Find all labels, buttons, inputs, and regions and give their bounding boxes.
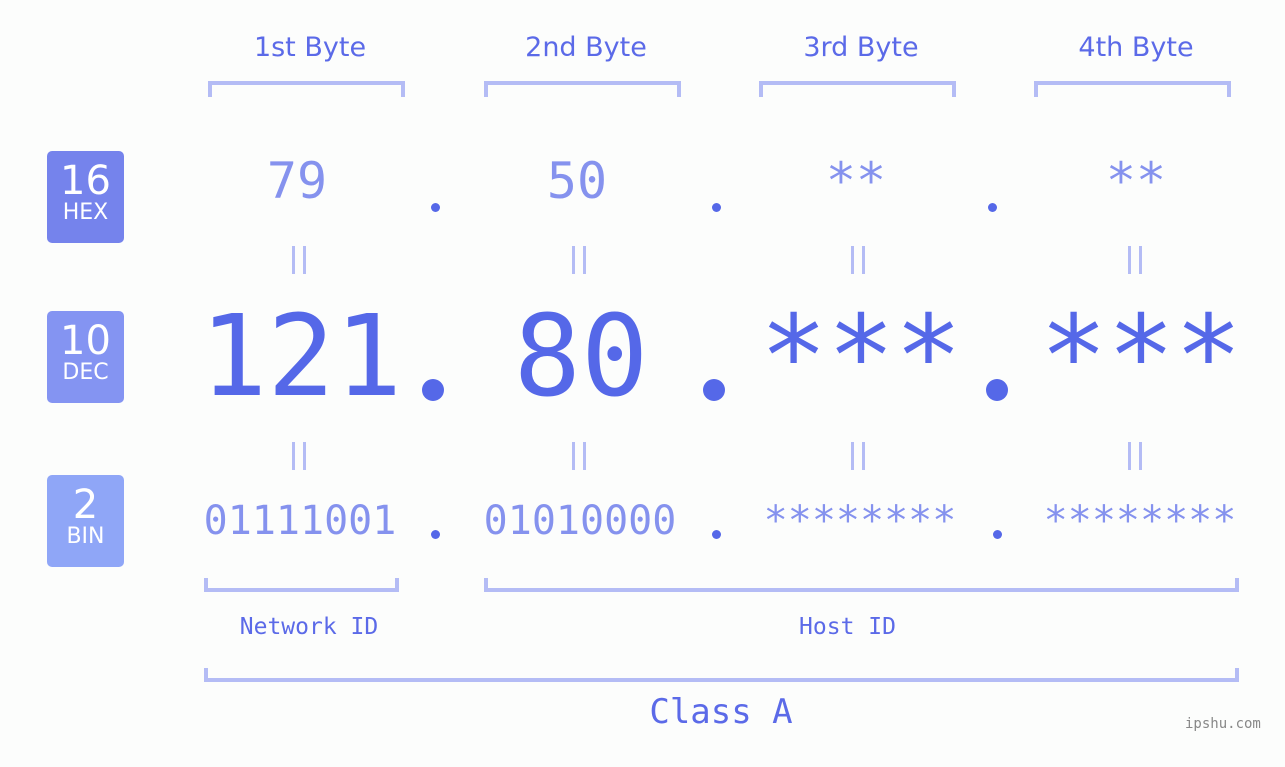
bin-separator-dot [431,530,440,539]
hex-byte-1: 79 [266,152,328,210]
dec-byte-3: *** [759,292,963,422]
bin-byte-4: ******** [1043,498,1237,544]
hex-byte-3: ** [825,152,887,210]
dec-badge: 10 DEC [47,311,124,403]
dec-separator-dot [422,379,444,401]
bin-separator-dot [712,530,721,539]
dec-separator-dot [703,379,725,401]
bin-byte-2: 01010000 [483,498,677,544]
hex-byte-4: ** [1105,152,1167,210]
hex-separator-dot [712,203,721,212]
equals-icon [851,246,865,274]
dec-separator-dot [986,379,1008,401]
bin-base-label: BIN [66,524,105,549]
watermark: ipshu.com [1185,716,1261,732]
equals-icon [1128,246,1142,274]
bin-byte-3: ******** [763,498,957,544]
hex-byte-2: 50 [546,152,608,210]
bracket-byte-1 [208,81,405,97]
dec-byte-2: 80 [513,292,649,422]
equals-icon [851,442,865,470]
bin-base-number: 2 [72,482,99,528]
header-byte-3: 3rd Byte [803,32,919,63]
equals-icon [292,246,306,274]
bin-separator-dot [993,530,1002,539]
hex-separator-dot [988,203,997,212]
hex-base-label: HEX [62,200,109,225]
equals-icon [572,246,586,274]
hex-badge: 16 HEX [47,151,124,243]
equals-icon [572,442,586,470]
network-id-bracket [204,578,399,592]
host-id-bracket [484,578,1239,592]
class-label: Class A [649,692,793,732]
header-byte-1: 1st Byte [253,32,367,63]
bin-byte-1: 01111001 [203,498,397,544]
hex-separator-dot [431,203,440,212]
bracket-byte-4 [1034,81,1231,97]
header-byte-2: 2nd Byte [525,32,647,63]
bracket-byte-3 [759,81,956,97]
equals-icon [1128,442,1142,470]
host-id-label: Host ID [799,614,896,640]
hex-base-number: 16 [60,158,111,204]
dec-byte-1: 121 [199,292,403,422]
dec-base-label: DEC [62,360,109,385]
bin-badge: 2 BIN [47,475,124,567]
dec-byte-4: *** [1039,292,1243,422]
class-bracket [204,668,1239,682]
network-id-label: Network ID [239,614,379,640]
bracket-byte-2 [484,81,681,97]
equals-icon [292,442,306,470]
header-byte-4: 4th Byte [1078,32,1194,63]
dec-base-number: 10 [60,318,111,364]
